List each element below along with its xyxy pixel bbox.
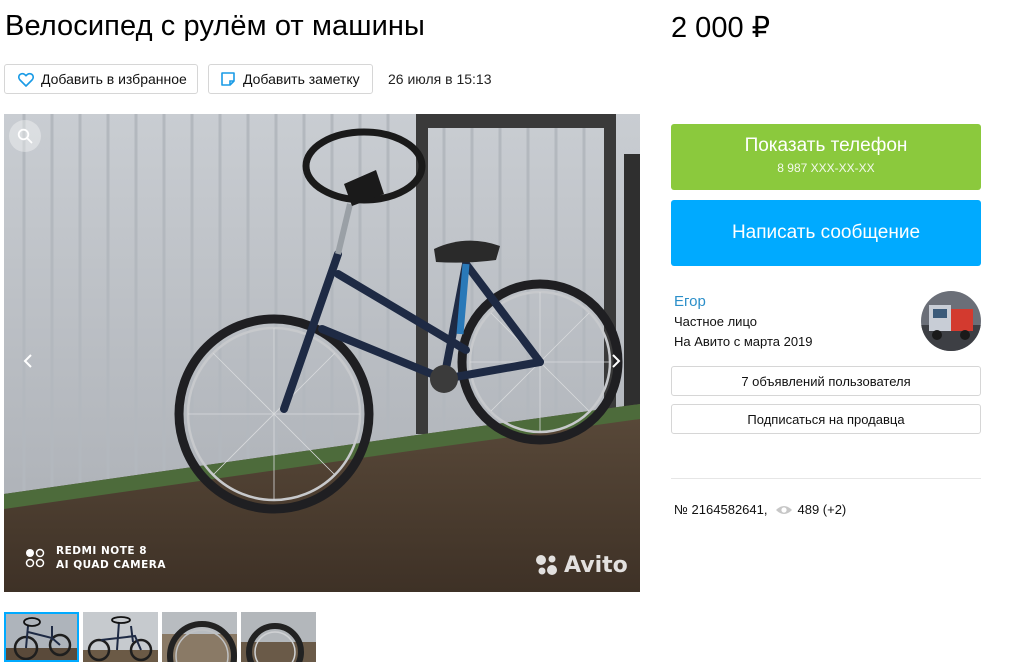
add-to-favorites-label: Добавить в избранное — [41, 71, 187, 87]
avito-logo-icon — [536, 555, 557, 575]
chevron-left-icon — [23, 354, 32, 368]
listing-price: 2 000 ₽ — [671, 12, 771, 44]
seller-avatar[interactable] — [921, 291, 981, 351]
zoom-button[interactable] — [9, 120, 41, 152]
chevron-right-icon — [612, 354, 621, 368]
thumbnail-1[interactable] — [4, 612, 79, 662]
eye-icon — [775, 504, 793, 516]
avito-watermark: Avito — [534, 552, 628, 578]
camera-model: REDMI NOTE 8 — [56, 545, 147, 557]
thumbnail-2[interactable] — [83, 612, 158, 662]
add-note-label: Добавить заметку — [243, 71, 360, 87]
seller-since: На Авито с марта 2019 — [674, 334, 813, 349]
photo-gallery[interactable]: REDMI NOTE 8 AI QUAD CAMERA Avito — [4, 114, 640, 592]
camera-logo-icon — [25, 548, 45, 568]
write-message-button[interactable]: Написать сообщение — [671, 200, 981, 266]
view-count: 489 (+2) — [797, 502, 847, 517]
add-to-favorites-button[interactable]: Добавить в избранное — [4, 64, 198, 94]
listing-date: 26 июля в 15:13 — [388, 71, 492, 87]
prev-photo-button[interactable] — [18, 349, 38, 373]
seller-name-link[interactable]: Егор — [674, 293, 706, 310]
thumbnail-strip — [4, 612, 316, 662]
show-phone-button[interactable]: Показать телефон 8 987 XXX-XX-XX — [671, 124, 981, 190]
divider — [671, 478, 981, 479]
camera-type: AI QUAD CAMERA — [56, 559, 166, 571]
show-phone-label: Показать телефон — [744, 135, 908, 156]
camera-watermark: REDMI NOTE 8 AI QUAD CAMERA — [24, 544, 166, 572]
subscribe-seller-button[interactable]: Подписаться на продавца — [671, 404, 981, 434]
seller-type: Частное лицо — [674, 314, 757, 329]
listing-stats: № 2164582641, 489 (+2) — [674, 502, 846, 517]
avito-watermark-text: Avito — [564, 552, 628, 578]
next-photo-button[interactable] — [606, 349, 626, 373]
thumbnail-3[interactable] — [162, 612, 237, 662]
thumbnail-4[interactable] — [241, 612, 316, 662]
magnifier-icon — [17, 128, 33, 144]
phone-masked: 8 987 XXX-XX-XX — [777, 161, 875, 175]
listing-title: Велосипед с рулём от машины — [5, 10, 425, 42]
add-note-button[interactable]: Добавить заметку — [208, 64, 373, 94]
seller-ads-button[interactable]: 7 объявлений пользователя — [671, 366, 981, 396]
heart-icon — [17, 70, 35, 88]
note-icon — [219, 70, 237, 88]
main-photo — [4, 114, 640, 592]
item-number: № 2164582641, — [674, 502, 768, 517]
